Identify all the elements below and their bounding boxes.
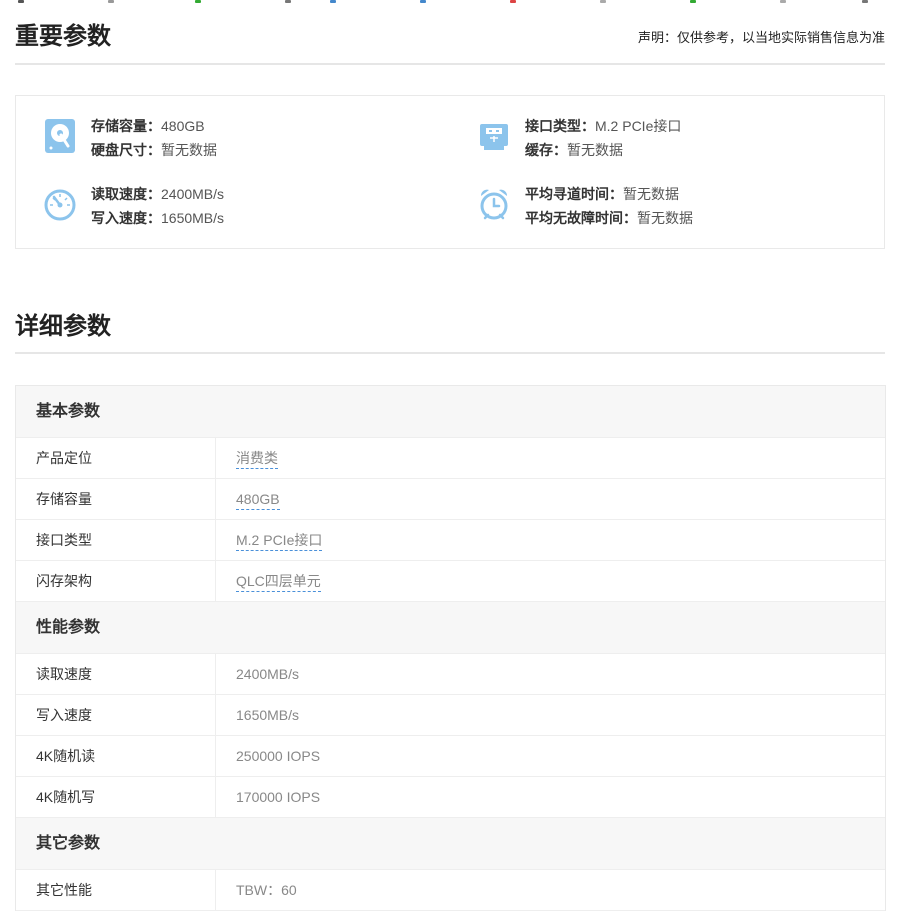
table-row: 闪存架构 QLC四层单元	[16, 561, 885, 602]
param-key: 闪存架构	[16, 561, 216, 601]
param-value: 2400MB/s	[236, 666, 300, 682]
key-param-time: 平均寻道时间：暂无数据 平均无故障时间：暂无数据	[478, 182, 878, 230]
alarm-clock-icon	[480, 189, 508, 220]
detail-params-title: 详细参数	[15, 313, 111, 340]
seek-time-value: 暂无数据	[623, 186, 679, 202]
param-key: 4K随机写	[16, 777, 216, 817]
param-value: TBW：60	[236, 882, 297, 898]
group-header-basic: 基本参数	[16, 386, 885, 438]
divider	[15, 63, 885, 65]
table-row: 存储容量 480GB	[16, 479, 885, 520]
hard-disk-icon	[45, 119, 75, 153]
param-key: 产品定位	[16, 438, 216, 478]
detail-params-header: 详细参数	[15, 306, 885, 341]
table-row: 写入速度 1650MB/s	[16, 695, 885, 736]
param-value: 1650MB/s	[236, 707, 300, 723]
param-value-link[interactable]: 480GB	[236, 491, 280, 510]
param-value: 250000 IOPS	[236, 748, 321, 764]
interface-value: M.2 PCIe接口	[595, 118, 682, 134]
key-param-interface: 接口类型：M.2 PCIe接口 缓存：暂无数据	[478, 114, 878, 162]
param-key: 存储容量	[16, 479, 216, 519]
table-row: 4K随机读 250000 IOPS	[16, 736, 885, 777]
speed-gauge-icon	[44, 189, 76, 221]
key-params-box: 存储容量：480GB 硬盘尺寸：暂无数据 接口类型：M.2 PCIe接口 缓存：…	[15, 95, 885, 249]
disclaimer-note: 声明：仅供参考，以当地实际销售信息为准	[637, 30, 885, 45]
group-header-other: 其它参数	[16, 818, 885, 870]
mtbf-value: 暂无数据	[637, 210, 693, 226]
key-param-speed: 读取速度：2400MB/s 写入速度：1650MB/s	[44, 182, 444, 230]
group-header-performance: 性能参数	[16, 602, 885, 654]
param-key: 其它性能	[16, 870, 216, 910]
write-speed-value: 1650MB/s	[161, 210, 225, 226]
param-key: 读取速度	[16, 654, 216, 694]
table-row: 4K随机写 170000 IOPS	[16, 777, 885, 818]
usb-interface-icon	[480, 124, 508, 150]
param-value-link[interactable]: 消费类	[236, 450, 278, 469]
param-key: 写入速度	[16, 695, 216, 735]
param-value-link[interactable]: QLC四层单元	[236, 573, 321, 592]
table-row: 产品定位 消费类	[16, 438, 885, 479]
param-key: 接口类型	[16, 520, 216, 560]
read-speed-value: 2400MB/s	[161, 186, 225, 202]
table-row: 接口类型 M.2 PCIe接口	[16, 520, 885, 561]
disk-size-value: 暂无数据	[161, 142, 217, 158]
param-key: 4K随机读	[16, 736, 216, 776]
detail-params-table: 基本参数 产品定位 消费类 存储容量 480GB 接口类型 M.2 PCIe接口…	[15, 385, 886, 911]
key-param-capacity: 存储容量：480GB 硬盘尺寸：暂无数据	[44, 114, 444, 162]
divider	[15, 352, 885, 354]
capacity-value: 480GB	[161, 118, 205, 134]
cache-value: 暂无数据	[567, 142, 623, 158]
top-clipped-strip	[0, 0, 901, 6]
table-row: 读取速度 2400MB/s	[16, 654, 885, 695]
param-value: 170000 IOPS	[236, 789, 321, 805]
param-value-link[interactable]: M.2 PCIe接口	[236, 532, 323, 551]
